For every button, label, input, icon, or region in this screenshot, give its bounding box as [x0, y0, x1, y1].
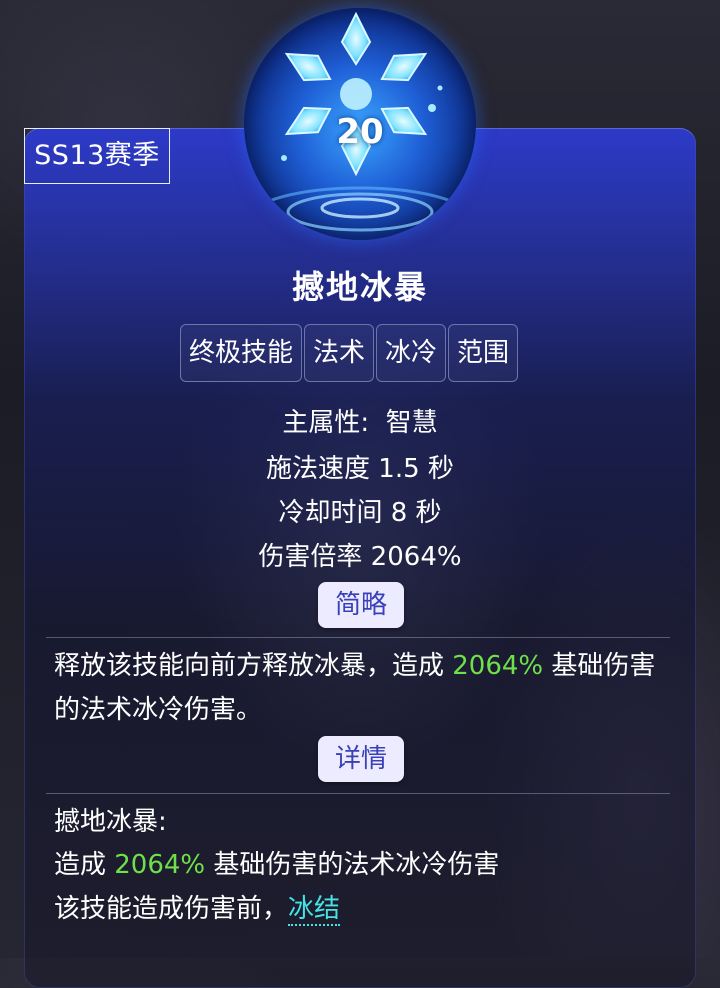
tag-cold: 冰冷	[376, 324, 447, 382]
details-line2-before: 造成	[54, 850, 115, 880]
details-line2-after: 基础伤害的法术冰冷伤害	[205, 850, 500, 880]
details-button[interactable]: 详情	[318, 736, 404, 782]
divider	[46, 637, 670, 638]
details-freeze-line: 该技能造成伤害前，冰结	[54, 887, 674, 931]
season-label: SS13赛季	[24, 128, 170, 184]
details-damage-value: 2064%	[114, 850, 206, 880]
tag-spell: 法术	[304, 324, 375, 382]
skill-name: 撼地冰暴	[291, 268, 428, 306]
details-line3-before: 该技能造成伤害前，	[54, 894, 289, 924]
cast-speed: 施法速度 1.5 秒	[266, 454, 454, 484]
skill-level: 20	[336, 112, 384, 152]
tag-area: 范围	[448, 324, 519, 382]
divider	[46, 793, 670, 794]
details-damage-line: 造成 2064% 基础伤害的法术冰冷伤害	[54, 843, 674, 887]
details-heading: 撼地冰暴:	[54, 807, 167, 837]
main-attribute: 主属性: 智慧	[282, 408, 438, 438]
freeze-keyword-link[interactable]: 冰结	[288, 894, 341, 926]
cooldown: 冷却时间 8 秒	[278, 498, 442, 528]
summary-damage-value: 2064%	[452, 651, 544, 681]
summary-button[interactable]: 简略	[318, 582, 404, 628]
skill-icon: 20	[244, 8, 476, 240]
summary-text-before: 释放该技能向前方释放冰暴，造成	[54, 651, 453, 681]
summary-text: 释放该技能向前方释放冰暴，造成 2064% 基础伤害的法术冰冷伤害。	[54, 644, 674, 732]
damage-multiplier: 伤害倍率 2064%	[258, 542, 462, 572]
skill-tags: 终极技能 法术 冰冷 范围	[180, 324, 520, 382]
tag-ultimate: 终极技能	[180, 324, 303, 382]
